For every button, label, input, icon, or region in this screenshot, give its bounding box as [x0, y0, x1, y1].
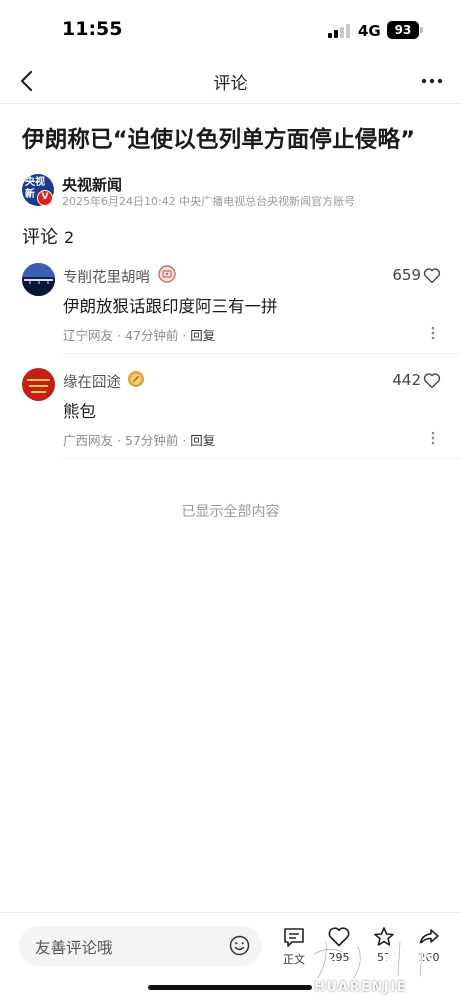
comment-location: 辽宁网友 [63, 328, 114, 343]
heart-icon[interactable] [423, 267, 441, 284]
avatar-bridge-image [22, 263, 55, 296]
comment-like-count: 442 [392, 371, 421, 389]
comment-input[interactable]: 友善评论哦 [19, 926, 262, 966]
source-logo-text-bottom: 新 [25, 189, 35, 200]
article-icon [284, 928, 304, 947]
comment-meta: 广西网友 · 57分钟前 · 回复 [63, 430, 215, 449]
watermark-calligraphy-image [312, 940, 444, 980]
battery-icon: 93 [387, 21, 419, 39]
verified-badge-icon: V [37, 190, 53, 206]
article-button[interactable]: 正文 [276, 925, 312, 975]
comments-heading-label: 评论 [22, 227, 58, 248]
watermark-text: HUARENJIE [314, 980, 407, 995]
emoji-icon[interactable] [229, 935, 250, 956]
comment-divider [63, 353, 461, 354]
source-name[interactable]: 央视新闻 [62, 174, 122, 195]
more-horizontal-icon [421, 78, 443, 84]
heart-icon[interactable] [423, 372, 441, 389]
comments-count: 2 [64, 228, 75, 247]
avatar-red-banner-image [22, 368, 55, 401]
network-type: 4G [358, 22, 381, 40]
article-label: 正文 [283, 953, 305, 966]
more-vertical-icon[interactable] [430, 430, 436, 446]
comment-username[interactable]: 专削花里胡哨 [63, 266, 150, 287]
article-title[interactable]: 伊朗称已“迫使以色列单方面停止侵略” [22, 122, 442, 154]
battery-tip [420, 27, 423, 33]
comment-meta: 辽宁网友 · 47分钟前 · 回复 [63, 325, 215, 344]
source-meta: 2025年6月24日10:42 中央广播电视总台央视新闻官方账号 [62, 195, 356, 208]
status-time: 11:55 [62, 18, 123, 40]
comment-item: 缘在囧途 442 熊包 广西网友 · 57分钟前 · 回复 [0, 368, 461, 468]
user-level-badge-icon [127, 370, 145, 388]
meta-separator: · [117, 433, 125, 448]
source-logo-text-top: 央视 [25, 177, 45, 188]
meta-separator: · [117, 328, 125, 343]
nav-bar: 评论 [0, 58, 461, 104]
reply-button[interactable]: 回复 [190, 433, 215, 448]
comment-location: 广西网友 [63, 433, 114, 448]
comment-like-count: 659 [392, 266, 421, 284]
comment-time: 57分钟前 [124, 433, 179, 448]
comment-username[interactable]: 缘在囧途 [63, 371, 121, 392]
home-indicator [148, 985, 312, 990]
cellular-signal-icon [328, 24, 350, 38]
comments-heading: 评论 2 [22, 223, 74, 249]
user-level-badge-icon [158, 265, 176, 283]
more-vertical-icon[interactable] [430, 325, 436, 341]
watermark: HUARENJIE [308, 936, 448, 1000]
comment-item: 专削花里胡哨 659 伊朗放狠话跟印度阿三有一拼 辽宁网友 · 47分钟前 · … [0, 263, 461, 363]
user-avatar[interactable] [22, 263, 55, 296]
comment-text: 伊朗放狠话跟印度阿三有一拼 [63, 297, 278, 316]
comment-time: 47分钟前 [124, 328, 179, 343]
reply-button[interactable]: 回复 [190, 328, 215, 343]
comment-text: 熊包 [63, 402, 96, 421]
page-title: 评论 [213, 74, 248, 94]
more-options-button[interactable] [419, 68, 445, 94]
status-bar: 11:55 4G 93 [0, 0, 461, 58]
comment-input-placeholder: 友善评论哦 [35, 939, 113, 957]
user-avatar[interactable] [22, 368, 55, 401]
comment-divider [63, 458, 461, 459]
end-of-content-note: 已显示全部内容 [181, 504, 280, 520]
